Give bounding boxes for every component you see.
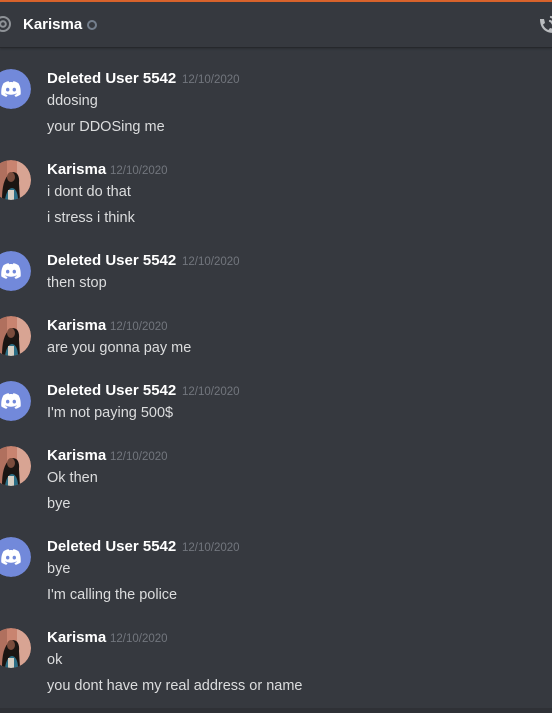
user-avatar[interactable] (0, 628, 31, 668)
message-text: i stress i think (47, 210, 135, 226)
message-author[interactable]: Karisma (47, 316, 106, 336)
offline-status-icon (87, 20, 97, 30)
user-avatar[interactable] (0, 316, 31, 356)
message-group: Deleted User 5542 12/10/2020 then stop (0, 251, 552, 299)
discord-avatar-icon[interactable] (0, 251, 31, 291)
bottom-edge (0, 708, 552, 713)
message-group: Deleted User 5542 12/10/2020 ddosing your D… (0, 69, 552, 143)
message-author[interactable]: Deleted User 5542 (47, 251, 176, 271)
message-author[interactable]: Deleted User 5542 (47, 537, 176, 557)
user-avatar[interactable] (0, 160, 31, 200)
message-group: Deleted User 5542 12/10/2020 bye I'm callin… (0, 537, 552, 611)
message-timestamp: 12/10/2020 (182, 542, 240, 554)
discord-avatar-icon[interactable] (0, 69, 31, 109)
message-group: Deleted User 5542 12/10/2020 I'm not payin… (0, 381, 552, 429)
message-timestamp: 12/10/2020 (110, 165, 168, 177)
message-timestamp: 12/10/2020 (110, 633, 168, 645)
user-avatar[interactable] (0, 446, 31, 486)
message-text: I'm calling the police (47, 587, 178, 603)
message-timestamp: 12/10/2020 (110, 321, 168, 333)
message-text: your DDOSing me (47, 119, 165, 135)
message-text: ddosing (47, 93, 98, 109)
message-text: I'm not paying 500$ (47, 405, 174, 421)
message-group: Karisma 12/10/2020 i dont do that i stress … (0, 160, 552, 234)
message-text: Ok then (47, 470, 98, 486)
message-timestamp: 12/10/2020 (110, 451, 168, 463)
message-author[interactable]: Karisma (47, 628, 106, 648)
message-group: Karisma 12/10/2020 ok you dont have my real… (0, 628, 552, 702)
dm-window: Karisma Deleted User 5542 12/10/2020 ddosi… (0, 0, 552, 713)
message-text: i dont do that (47, 184, 131, 200)
discord-avatar-icon[interactable] (0, 537, 31, 577)
discord-avatar-icon[interactable] (0, 381, 31, 421)
at-sign-icon (0, 16, 11, 32)
message-author[interactable]: Karisma (47, 446, 106, 466)
message-text: are you gonna pay me (47, 340, 192, 356)
message-timestamp: 12/10/2020 (182, 256, 240, 268)
message-list: Deleted User 5542 12/10/2020 ddosing your D… (0, 48, 552, 708)
message-text: you dont have my real address or name (47, 678, 303, 694)
channel-title: Karisma (23, 16, 83, 33)
message-text: ok (47, 652, 63, 668)
message-text: then stop (47, 275, 107, 291)
message-author[interactable]: Karisma (47, 160, 106, 180)
message-author[interactable]: Deleted User 5542 (47, 381, 176, 401)
message-group: Karisma 12/10/2020 are you gonna pay me (0, 316, 552, 364)
message-timestamp: 12/10/2020 (182, 386, 240, 398)
message-text: bye (47, 496, 71, 512)
message-author[interactable]: Deleted User 5542 (47, 69, 176, 89)
start-voice-call-icon[interactable] (537, 14, 552, 36)
message-text: bye (47, 561, 71, 577)
message-timestamp: 12/10/2020 (182, 74, 240, 86)
channel-header: Karisma (0, 2, 552, 48)
message-group: Karisma 12/10/2020 Ok then bye (0, 446, 552, 520)
